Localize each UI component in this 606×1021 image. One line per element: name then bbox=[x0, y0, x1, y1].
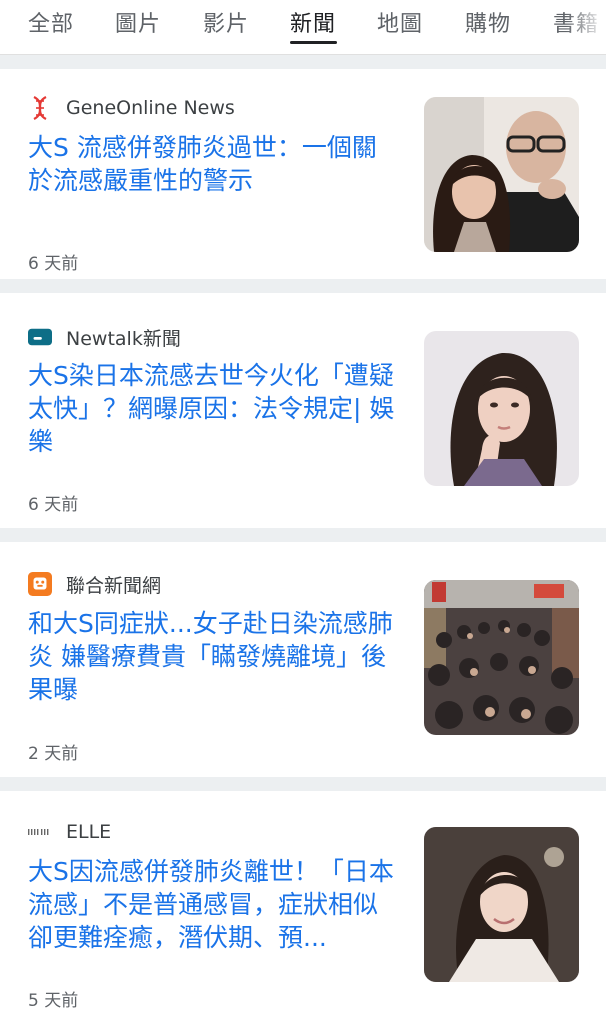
tab-images[interactable]: 圖片 bbox=[115, 6, 161, 38]
tab-news[interactable]: 新聞 bbox=[290, 6, 336, 38]
news-timestamp: 5 天前 bbox=[28, 991, 79, 1011]
news-thumbnail[interactable] bbox=[424, 97, 579, 252]
news-thumbnail[interactable] bbox=[424, 331, 579, 486]
tab-all[interactable]: 全部 bbox=[28, 6, 74, 38]
active-tab-indicator bbox=[290, 41, 337, 44]
source-name: GeneOnline News bbox=[66, 97, 235, 119]
news-headline[interactable]: 大S因流感併發肺炎離世！「日本流感」不是普通感冒，症狀相似卻更難痊癒，潛伏期、預… bbox=[28, 855, 400, 954]
news-thumbnail[interactable] bbox=[424, 827, 579, 982]
elle-logo-icon bbox=[28, 820, 52, 844]
news-thumbnail[interactable] bbox=[424, 580, 579, 735]
news-source: ELLE bbox=[28, 820, 111, 844]
source-name: ELLE bbox=[66, 821, 112, 843]
news-timestamp: 2 天前 bbox=[28, 744, 79, 764]
tab-videos[interactable]: 影片 bbox=[203, 6, 249, 38]
news-timestamp: 6 天前 bbox=[28, 495, 79, 515]
tab-maps[interactable]: 地圖 bbox=[377, 6, 423, 38]
news-source: GeneOnline News bbox=[28, 96, 235, 120]
separator bbox=[0, 55, 606, 69]
source-name: 聯合新聞網 bbox=[66, 574, 162, 597]
separator bbox=[0, 279, 606, 293]
news-headline[interactable]: 大S 流感併發肺炎過世：一個關於流感嚴重性的警示 bbox=[28, 131, 400, 197]
news-card[interactable]: 聯合新聞網 和大S同症狀...女子赴日染流感肺炎 嫌醫療費貴「瞞發燒離境」後果曝… bbox=[0, 542, 606, 777]
news-headline[interactable]: 大S染日本流感去世今火化「遭疑太快」？網曝原因：法令規定| 娛樂 bbox=[28, 359, 400, 458]
dna-helix-icon bbox=[28, 96, 52, 120]
news-source: 聯合新聞網 bbox=[28, 572, 162, 597]
news-card[interactable]: GeneOnline News 大S 流感併發肺炎過世：一個關於流感嚴重性的警示… bbox=[0, 69, 606, 279]
source-name: Newtalk新聞 bbox=[66, 327, 181, 350]
newtalk-logo-icon bbox=[28, 325, 52, 349]
udn-logo-icon bbox=[28, 572, 52, 596]
tabs-fade-overlay bbox=[566, 0, 606, 54]
news-card[interactable]: ELLE 大S因流感併發肺炎離世！「日本流感」不是普通感冒，症狀相似卻更難痊癒，… bbox=[0, 791, 606, 1021]
separator bbox=[0, 777, 606, 791]
news-headline[interactable]: 和大S同症狀...女子赴日染流感肺炎 嫌醫療費貴「瞞發燒離境」後果曝 bbox=[28, 607, 400, 706]
search-tabs: 全部 圖片 影片 新聞 地圖 購物 書籍 bbox=[0, 0, 606, 55]
tab-shopping[interactable]: 購物 bbox=[465, 6, 511, 38]
news-card[interactable]: Newtalk新聞 大S染日本流感去世今火化「遭疑太快」？網曝原因：法令規定| … bbox=[0, 293, 606, 528]
news-source: Newtalk新聞 bbox=[28, 325, 181, 350]
news-timestamp: 6 天前 bbox=[28, 254, 79, 274]
separator bbox=[0, 528, 606, 542]
